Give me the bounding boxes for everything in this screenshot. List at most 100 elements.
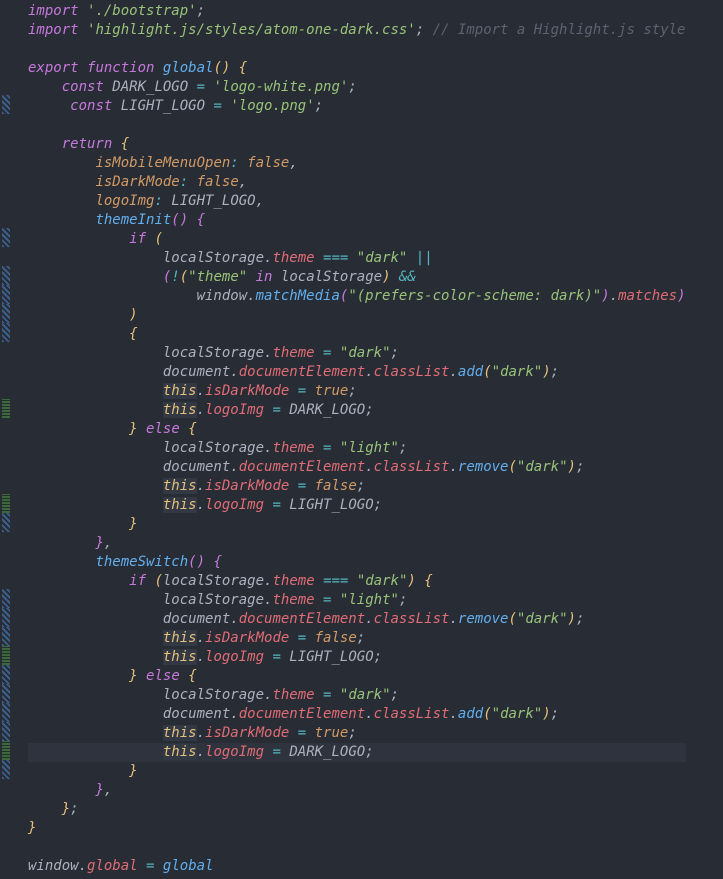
code-line[interactable]: document.documentElement.classList.add("… [28,363,686,382]
token-pn [180,668,188,684]
code-line[interactable]: localStorage.theme = "dark"; [28,344,686,363]
token-str: "dark" [492,364,543,380]
token-pn [416,573,424,589]
token-pn: document [28,611,230,627]
gutter-marker [2,665,10,684]
code-line[interactable]: localStorage.theme = "light"; [28,439,686,458]
code-line[interactable]: this.isDarkMode = true; [28,724,686,743]
code-line[interactable]: } [28,515,686,534]
code-line[interactable]: localStorage.theme = "light"; [28,591,686,610]
token-pn: ; [315,98,323,114]
token-pn [289,630,297,646]
token-pn: . [365,459,373,475]
token-op: : [154,193,162,209]
token-pn: . [449,706,457,722]
token-op: = [298,478,306,494]
code-line[interactable]: { [28,325,686,344]
token-pny: ( [508,459,516,475]
gutter-marker [2,418,10,437]
code-line[interactable]: themeSwitch() { [28,553,686,572]
code-line[interactable]: const DARK_LOGO = 'logo-white.png'; [28,78,686,97]
code-line[interactable]: this.isDarkMode = false; [28,629,686,648]
code-line[interactable]: this.logoImg = DARK_LOGO; [28,401,686,420]
code-line[interactable]: isDarkMode: false, [28,173,686,192]
code-line[interactable]: }; [28,800,686,819]
token-kw: export [28,60,79,76]
code-area[interactable]: import './bootstrap';import 'highlight.j… [16,0,686,879]
token-fn: themeInit [95,212,171,228]
code-line[interactable]: const LIGHT_LOGO = 'logo.png'; [28,97,686,116]
token-pn: ; [348,79,356,95]
code-line[interactable]: if ( [28,230,686,249]
code-line[interactable]: document.documentElement.classList.remov… [28,458,686,477]
token-pny: ) [129,307,137,323]
code-line[interactable]: this.logoImg = LIGHT_LOGO; [28,496,686,515]
token-pn [28,763,129,779]
gutter-marker [2,475,10,494]
code-line[interactable]: } else { [28,667,686,686]
token-str: "dark" [340,345,391,361]
code-line[interactable]: } else { [28,420,686,439]
code-line[interactable]: document.documentElement.classList.remov… [28,610,686,629]
code-line[interactable]: this.logoImg = LIGHT_LOGO; [28,648,686,667]
code-line[interactable]: ) [28,306,686,325]
token-pn: . [230,706,238,722]
code-line[interactable]: this.logoImg = DARK_LOGO; [28,743,686,762]
code-line[interactable]: (!("theme" in localStorage) && [28,268,686,287]
token-kw: function [87,60,154,76]
token-str: "light" [340,440,399,456]
token-kw: in [256,269,273,285]
code-line[interactable]: logoImg: LIGHT_LOGO, [28,192,686,211]
token-op: || [416,250,433,266]
token-this: this [163,402,197,418]
token-pn: ; [365,744,373,760]
token-pn: , [256,193,264,209]
token-pn: document [28,364,230,380]
code-line[interactable]: window.matchMedia("(prefers-color-scheme… [28,287,686,306]
token-str: 'logo.png' [230,98,314,114]
code-line[interactable]: import 'highlight.js/styles/atom-one-dar… [28,21,686,40]
token-pn [28,383,163,399]
token-prop: documentElement [239,706,365,722]
token-pn [180,421,188,437]
token-pn: DARK_LOGO [281,402,365,418]
token-fn: add [458,706,483,722]
token-pny: } [62,801,70,817]
code-line[interactable]: }, [28,534,686,553]
token-this: this [163,478,197,494]
token-attr: isMobileMenuOpen [95,155,230,171]
token-pn [315,592,323,608]
code-line[interactable]: localStorage.theme === "dark" || [28,249,686,268]
code-line[interactable]: localStorage.theme = "dark"; [28,686,686,705]
code-line[interactable]: if (localStorage.theme === "dark") { [28,572,686,591]
code-line[interactable]: return { [28,135,686,154]
code-line[interactable]: } [28,819,686,838]
code-line[interactable]: themeInit() { [28,211,686,230]
code-line[interactable]: this.isDarkMode = false; [28,477,686,496]
code-line[interactable]: export function global() { [28,59,686,78]
token-kw: if [129,573,146,589]
token-prop: isDarkMode [205,478,289,494]
token-pn: , [104,782,112,798]
code-line[interactable]: } [28,762,686,781]
token-pn [315,440,323,456]
code-line[interactable] [28,116,686,135]
token-pn: . [197,383,205,399]
code-line[interactable]: isMobileMenuOpen: false, [28,154,686,173]
code-line[interactable]: window.global = global [28,857,686,876]
code-line[interactable]: this.isDarkMode = true; [28,382,686,401]
gutter-marker [2,437,10,456]
token-str: "dark" [517,611,568,627]
token-prop: isDarkMode [205,383,289,399]
token-pn [28,630,163,646]
token-pn [188,174,196,190]
code-line[interactable]: document.documentElement.classList.add("… [28,705,686,724]
token-pn [28,402,163,418]
token-pn: window [28,288,247,304]
code-line[interactable] [28,40,686,59]
token-prop: isDarkMode [205,725,289,741]
code-line[interactable]: }, [28,781,686,800]
code-line[interactable] [28,838,686,857]
token-bool: false [197,174,239,190]
code-line[interactable]: import './bootstrap'; [28,2,686,21]
